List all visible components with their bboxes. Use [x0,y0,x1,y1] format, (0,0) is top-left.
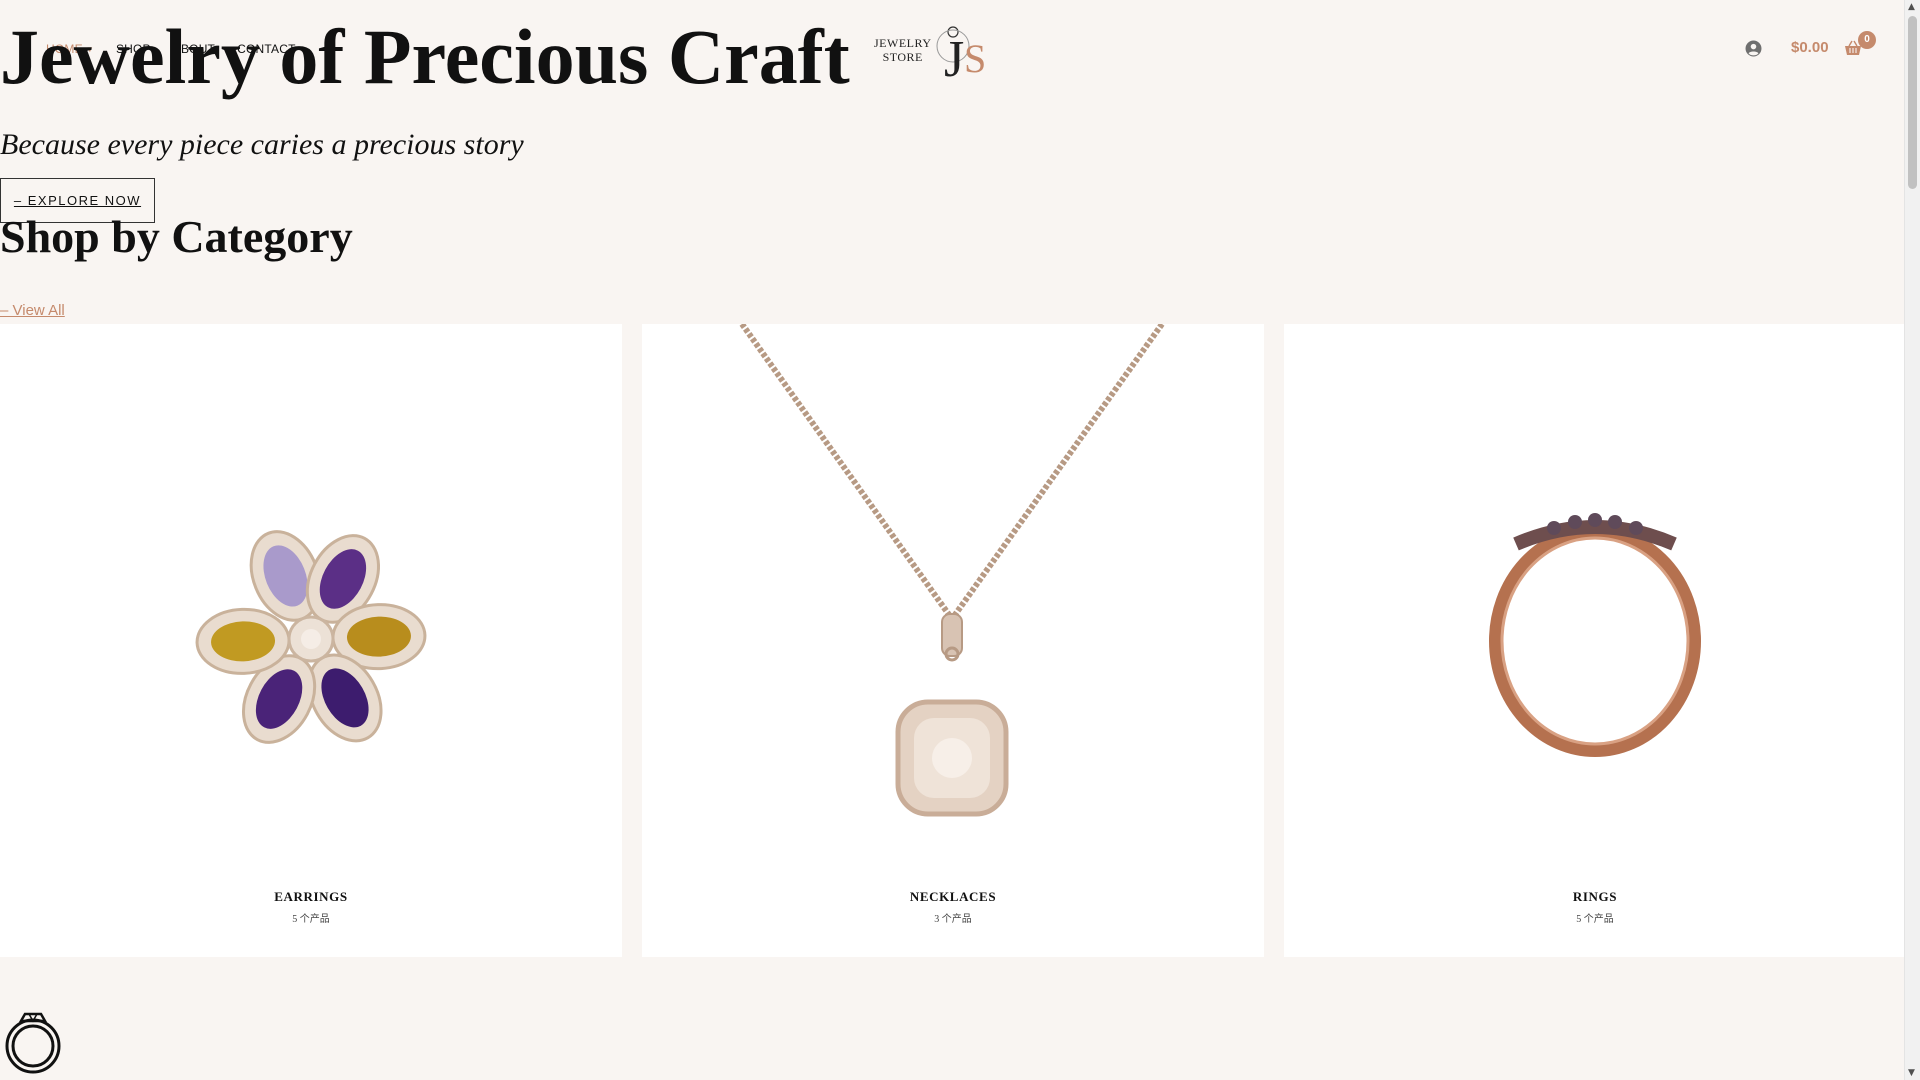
category-count: 5 个产品 [1576,914,1614,925]
scroll-down-icon[interactable]: ▼ [1908,1068,1915,1078]
cart-total[interactable]: $0.00 [1791,39,1829,56]
section-title: Shop by Category [0,211,353,262]
scrollbar-thumb[interactable] [1908,16,1917,189]
logo-monogram[interactable]: J S [872,14,990,84]
category-count: 3 个产品 [934,914,972,925]
pendant-necklace-image [739,324,1165,817]
user-icon[interactable] [1745,40,1762,57]
category-count: 5 个产品 [292,914,330,925]
logo-s: S [964,36,986,81]
category-name: NECKLACES [909,889,997,904]
ring-icon[interactable] [3,1008,63,1078]
category-card-earrings[interactable]: EARRINGS 5 个产品 [0,324,622,957]
category-name: EARRINGS [274,889,348,904]
category-name: RINGS [1572,889,1618,904]
category-card-rings[interactable]: RINGS 5 个产品 [1284,324,1906,957]
vertical-scrollbar[interactable]: ▲ ▼ [1904,0,1920,1080]
hero-title: Jewelry of Precious Craft [0,13,850,100]
hero-subtitle: Because every piece caries a precious st… [0,128,524,161]
scroll-up-icon[interactable]: ▲ [1908,2,1915,12]
flower-earring-image [195,530,427,744]
logo-j: J [944,31,964,84]
band-ring-image [1489,513,1701,757]
cart-count-badge: 0 [1858,31,1876,49]
category-card-necklaces[interactable]: NECKLACES 3 个产品 [642,324,1264,957]
view-all-link[interactable]: – View All [0,302,65,319]
